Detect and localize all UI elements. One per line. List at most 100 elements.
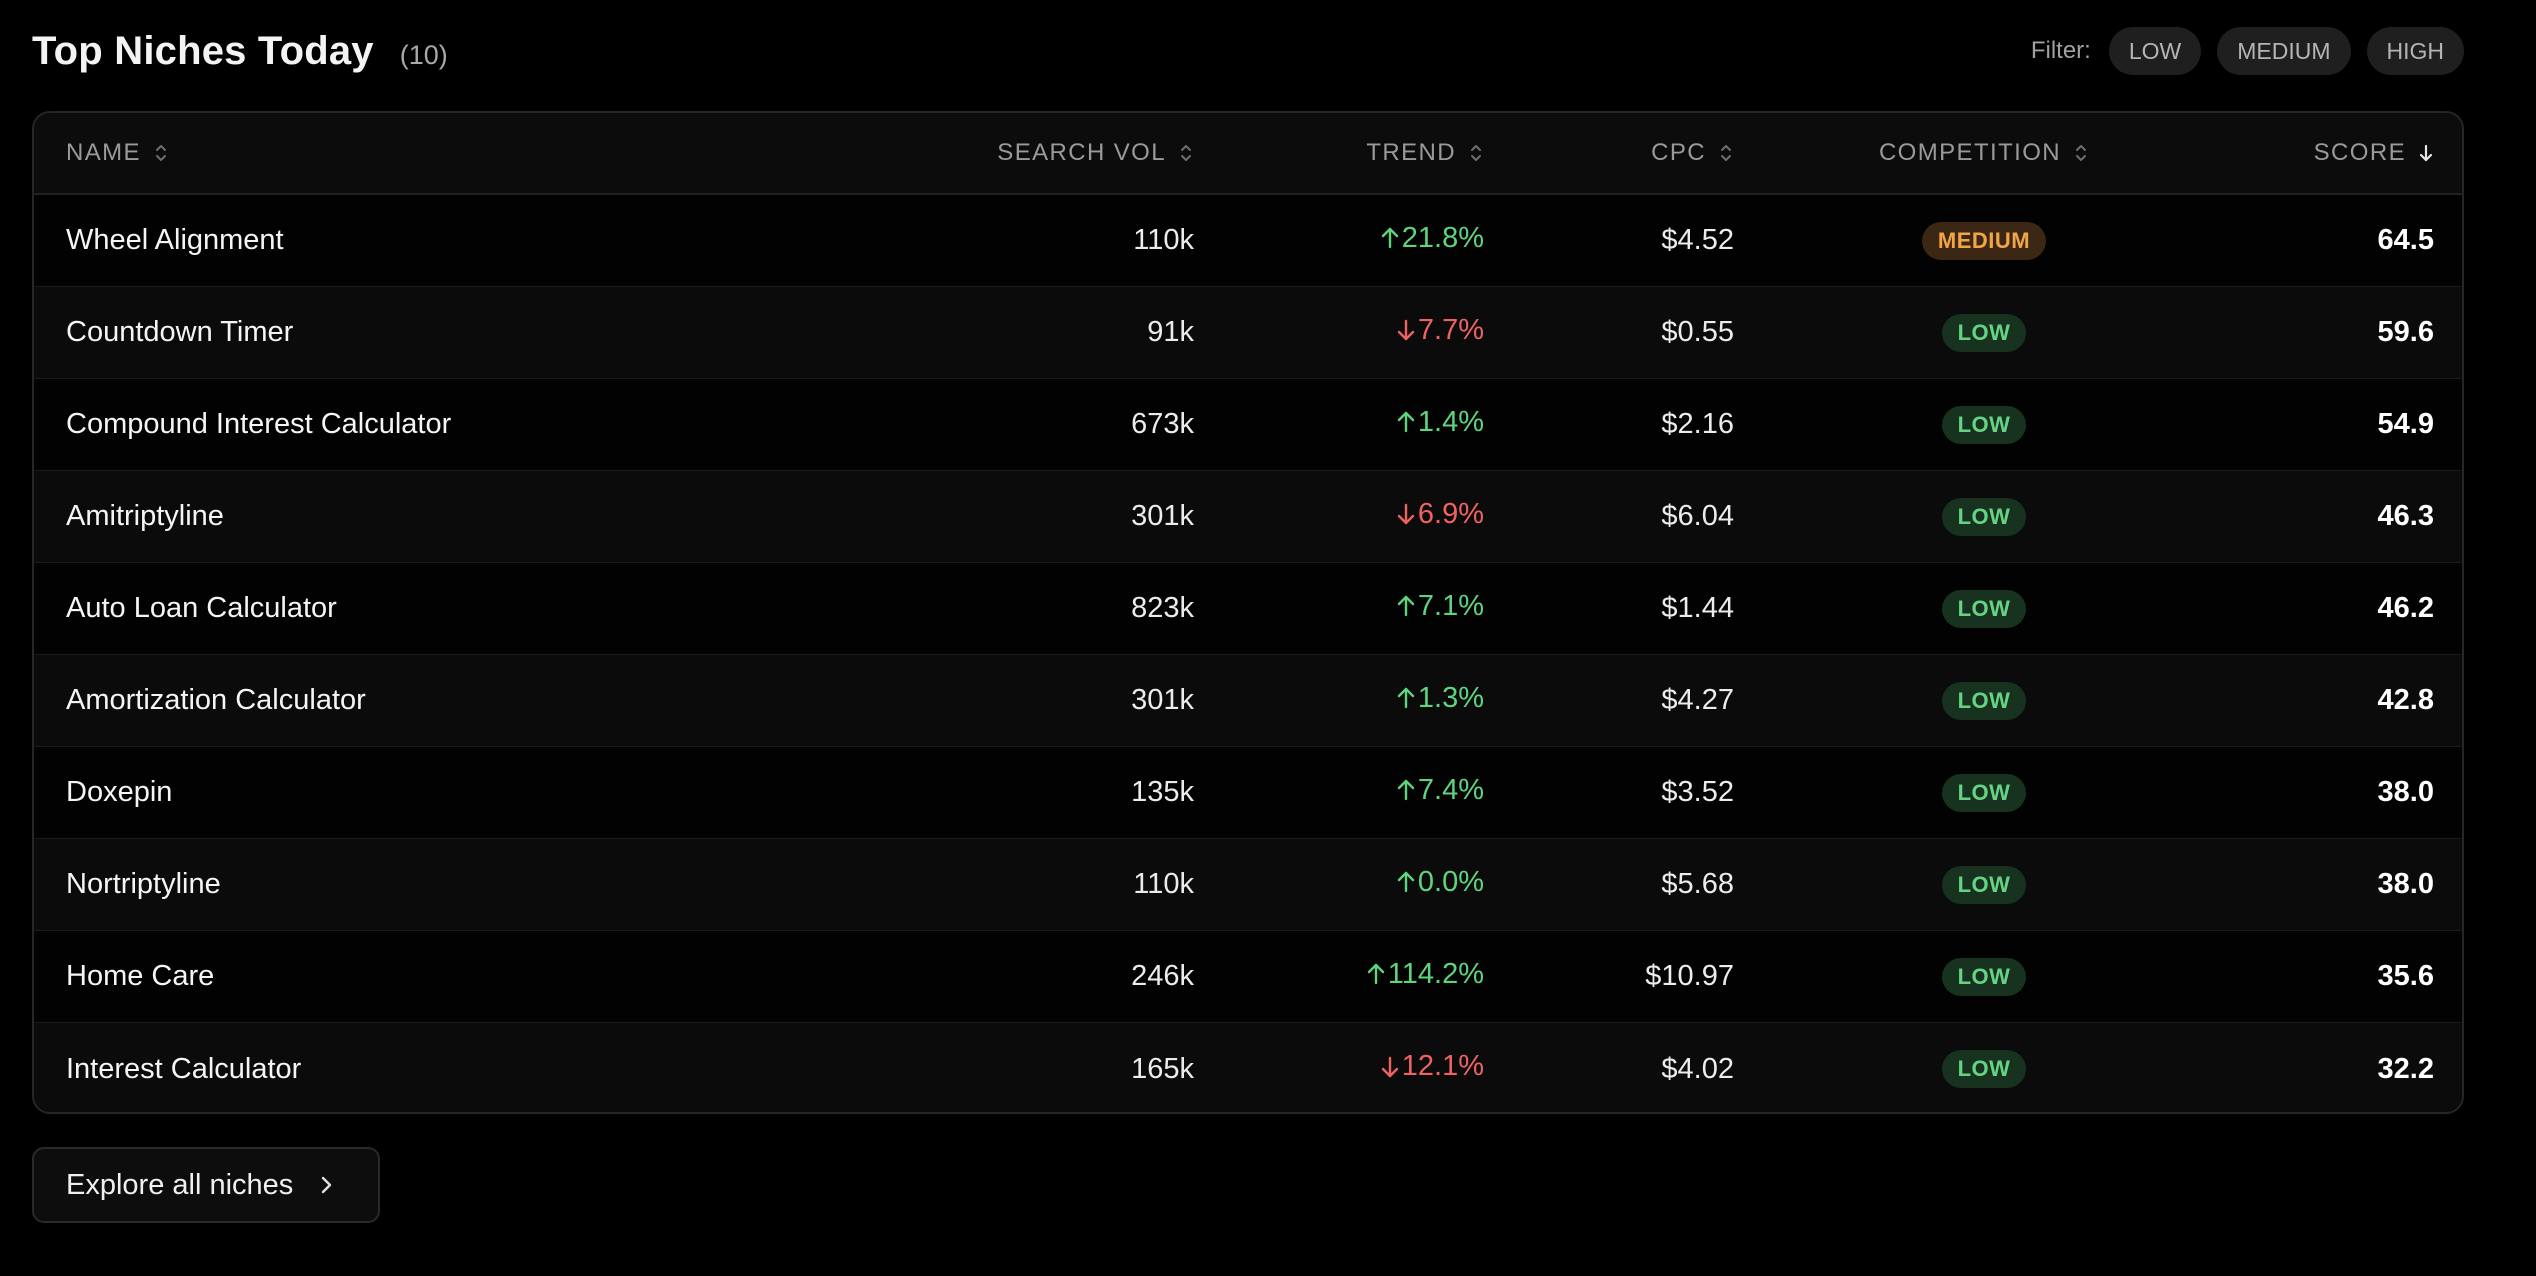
trend-percent: 12.1% bbox=[1401, 1050, 1484, 1083]
score-value: 54.9 bbox=[2377, 408, 2434, 440]
trend-down-icon bbox=[1396, 317, 1416, 343]
search-volume: 246k bbox=[1131, 960, 1194, 992]
score-value: 46.3 bbox=[2377, 500, 2434, 532]
cpc-value: $2.16 bbox=[1661, 408, 1734, 440]
filter-high-button[interactable]: HIGH bbox=[2366, 27, 2464, 75]
trend-cell: 0.0% bbox=[1194, 866, 1484, 904]
cpc-value: $4.52 bbox=[1661, 224, 1734, 256]
table-row[interactable]: Auto Loan Calculator 823k 7.1% $1.44 LOW 46.2 bbox=[34, 563, 2462, 655]
trend-percent: 0.0% bbox=[1417, 865, 1484, 898]
cpc-value: $4.27 bbox=[1661, 684, 1734, 716]
column-header-name[interactable]: NAME bbox=[34, 139, 914, 167]
table-row[interactable]: Home Care 246k 114.2% $10.97 LOW 35.6 bbox=[34, 931, 2462, 1023]
table-row[interactable]: Amitriptyline 301k 6.9% $6.04 LOW 46.3 bbox=[34, 471, 2462, 563]
explore-all-niches-button[interactable]: Explore all niches bbox=[32, 1147, 380, 1223]
filter-low-button[interactable]: LOW bbox=[2108, 27, 2202, 75]
competition-badge: LOW bbox=[1941, 589, 2027, 628]
table-row[interactable]: Compound Interest Calculator 673k 1.4% $2.1… bbox=[34, 379, 2462, 471]
trend-cell: 21.8% bbox=[1194, 222, 1484, 260]
cpc-value: $10.97 bbox=[1645, 960, 1734, 992]
column-header-cpc-label: CPC bbox=[1651, 139, 1706, 166]
niche-name[interactable]: Interest Calculator bbox=[34, 1053, 914, 1086]
column-header-competition[interactable]: COMPETITION bbox=[1734, 139, 2234, 167]
explore-button-label: Explore all niches bbox=[66, 1168, 294, 1201]
competition-badge: LOW bbox=[1941, 405, 2027, 444]
trend-value: 6.9% bbox=[1194, 498, 1484, 531]
competition-cell: MEDIUM bbox=[1734, 221, 2234, 260]
column-header-competition-label: COMPETITION bbox=[1878, 139, 2062, 166]
niche-name[interactable]: Countdown Timer bbox=[34, 316, 914, 349]
column-header-score[interactable]: SCORE bbox=[2234, 139, 2462, 167]
competition-badge: MEDIUM bbox=[1921, 221, 2047, 260]
trend-value: 1.3% bbox=[1194, 682, 1484, 715]
niche-name[interactable]: Nortriptyline bbox=[34, 868, 914, 901]
column-header-score-label: SCORE bbox=[2313, 139, 2406, 166]
search-volume: 110k bbox=[1133, 224, 1194, 256]
niche-name[interactable]: Wheel Alignment bbox=[34, 224, 914, 257]
competition-cell: LOW bbox=[1734, 405, 2234, 444]
sort-both-icon bbox=[153, 141, 169, 165]
trend-cell: 12.1% bbox=[1194, 1050, 1484, 1088]
trend-cell: 1.4% bbox=[1194, 406, 1484, 444]
table-row[interactable]: Countdown Timer 91k 7.7% $0.55 LOW 59.6 bbox=[34, 287, 2462, 379]
competition-cell: LOW bbox=[1734, 589, 2234, 628]
column-header-search-vol[interactable]: SEARCH VOL bbox=[914, 139, 1194, 167]
trend-down-icon bbox=[1380, 1054, 1400, 1080]
trend-value: 21.8% bbox=[1194, 222, 1484, 255]
competition-badge: LOW bbox=[1941, 313, 2027, 352]
trend-value: 7.1% bbox=[1194, 590, 1484, 623]
trend-value: 0.0% bbox=[1194, 866, 1484, 899]
table-row[interactable]: Wheel Alignment 110k 21.8% $4.52 MEDIUM 64.5 bbox=[34, 195, 2462, 287]
filter-medium-button[interactable]: MEDIUM bbox=[2217, 27, 2351, 75]
sort-both-icon bbox=[1178, 141, 1194, 165]
trend-up-icon bbox=[1396, 777, 1416, 803]
table-row[interactable]: Amortization Calculator 301k 1.3% $4.27 LOW 4… bbox=[34, 655, 2462, 747]
niche-name[interactable]: Compound Interest Calculator bbox=[34, 408, 914, 441]
chevron-right-icon bbox=[317, 1173, 335, 1197]
table-body: Wheel Alignment 110k 21.8% $4.52 MEDIUM 64.5 C… bbox=[34, 195, 2462, 1112]
niche-name[interactable]: Home Care bbox=[34, 960, 914, 993]
competition-cell: LOW bbox=[1734, 313, 2234, 352]
trend-cell: 1.3% bbox=[1194, 682, 1484, 720]
table-row[interactable]: Doxepin 135k 7.4% $3.52 LOW 38.0 bbox=[34, 747, 2462, 839]
trend-up-icon bbox=[1366, 961, 1386, 987]
column-header-cpc[interactable]: CPC bbox=[1484, 139, 1734, 167]
trend-down-icon bbox=[1396, 501, 1416, 527]
trend-percent: 21.8% bbox=[1401, 221, 1484, 254]
niches-table: NAME SEARCH VOL TREND CPC COMPETITION SC… bbox=[32, 111, 2464, 1114]
niche-name[interactable]: Doxepin bbox=[34, 776, 914, 809]
trend-percent: 1.3% bbox=[1417, 681, 1484, 714]
trend-percent: 7.7% bbox=[1417, 313, 1484, 346]
table-row[interactable]: Interest Calculator 165k 12.1% $4.02 LOW 32.2 bbox=[34, 1023, 2462, 1112]
niche-name[interactable]: Amortization Calculator bbox=[34, 684, 914, 717]
competition-cell: LOW bbox=[1734, 865, 2234, 904]
column-header-trend[interactable]: TREND bbox=[1194, 139, 1484, 167]
column-header-search-vol-label: SEARCH VOL bbox=[997, 139, 1166, 166]
trend-percent: 6.9% bbox=[1417, 497, 1484, 530]
filter-label: Filter: bbox=[2030, 37, 2091, 64]
trend-value: 12.1% bbox=[1194, 1050, 1484, 1083]
page-header: Top Niches Today (10) Filter: LOW MEDIUM… bbox=[32, 18, 2464, 84]
niche-name[interactable]: Auto Loan Calculator bbox=[34, 592, 914, 625]
search-volume: 110k bbox=[1133, 868, 1194, 900]
trend-percent: 7.1% bbox=[1417, 589, 1484, 622]
search-volume: 165k bbox=[1131, 1052, 1194, 1085]
title-group: Top Niches Today (10) bbox=[32, 29, 448, 74]
search-volume: 301k bbox=[1131, 684, 1194, 716]
score-value: 38.0 bbox=[2377, 776, 2434, 808]
competition-cell: LOW bbox=[1734, 957, 2234, 996]
cpc-value: $4.02 bbox=[1661, 1052, 1734, 1085]
trend-cell: 7.7% bbox=[1194, 314, 1484, 352]
trend-percent: 7.4% bbox=[1417, 773, 1484, 806]
score-value: 32.2 bbox=[2377, 1052, 2434, 1085]
competition-filter: Filter: LOW MEDIUM HIGH bbox=[2031, 27, 2464, 75]
niche-name[interactable]: Amitriptyline bbox=[34, 500, 914, 533]
trend-cell: 6.9% bbox=[1194, 498, 1484, 536]
search-volume: 301k bbox=[1131, 500, 1194, 532]
table-row[interactable]: Nortriptyline 110k 0.0% $5.68 LOW 38.0 bbox=[34, 839, 2462, 931]
trend-cell: 114.2% bbox=[1194, 958, 1484, 996]
trend-up-icon bbox=[1396, 409, 1416, 435]
competition-cell: LOW bbox=[1734, 497, 2234, 536]
competition-badge: LOW bbox=[1941, 957, 2027, 996]
competition-badge: LOW bbox=[1941, 497, 2027, 536]
